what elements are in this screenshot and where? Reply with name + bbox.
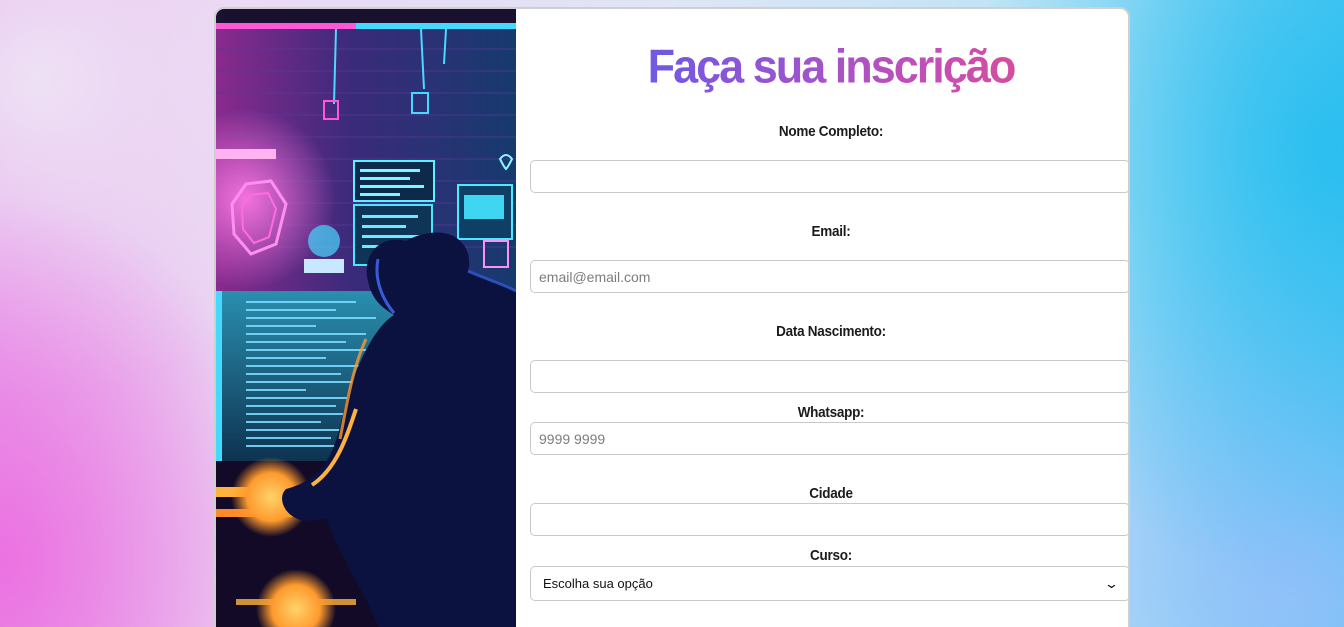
email-input[interactable] [530, 260, 1128, 293]
label-nome-completo: Nome Completo: [778, 123, 884, 140]
curso-select-value: Escolha sua opção [543, 576, 653, 591]
signup-form: Faça sua inscrição Nome Completo: Email:… [516, 9, 1128, 627]
form-title: Faça sua inscrição [516, 36, 1128, 99]
label-data-nascimento: Data Nascimento: [776, 323, 886, 340]
label-cidade: Cidade [809, 485, 853, 502]
label-email: Email: [811, 223, 851, 240]
label-curso: Curso: [810, 547, 852, 564]
data-nascimento-input[interactable] [530, 360, 1128, 393]
label-whatsapp: Whatsapp: [797, 404, 865, 421]
whatsapp-input[interactable] [530, 422, 1128, 455]
nome-completo-input[interactable] [530, 160, 1128, 193]
curso-select[interactable]: Escolha sua opção ⌄ [530, 566, 1128, 601]
signup-card: Faça sua inscrição Nome Completo: Email:… [214, 7, 1130, 627]
chevron-down-icon: ⌄ [1103, 575, 1120, 591]
hero-image-cyberpunk-coder [216, 9, 516, 627]
cidade-input[interactable] [530, 503, 1128, 536]
